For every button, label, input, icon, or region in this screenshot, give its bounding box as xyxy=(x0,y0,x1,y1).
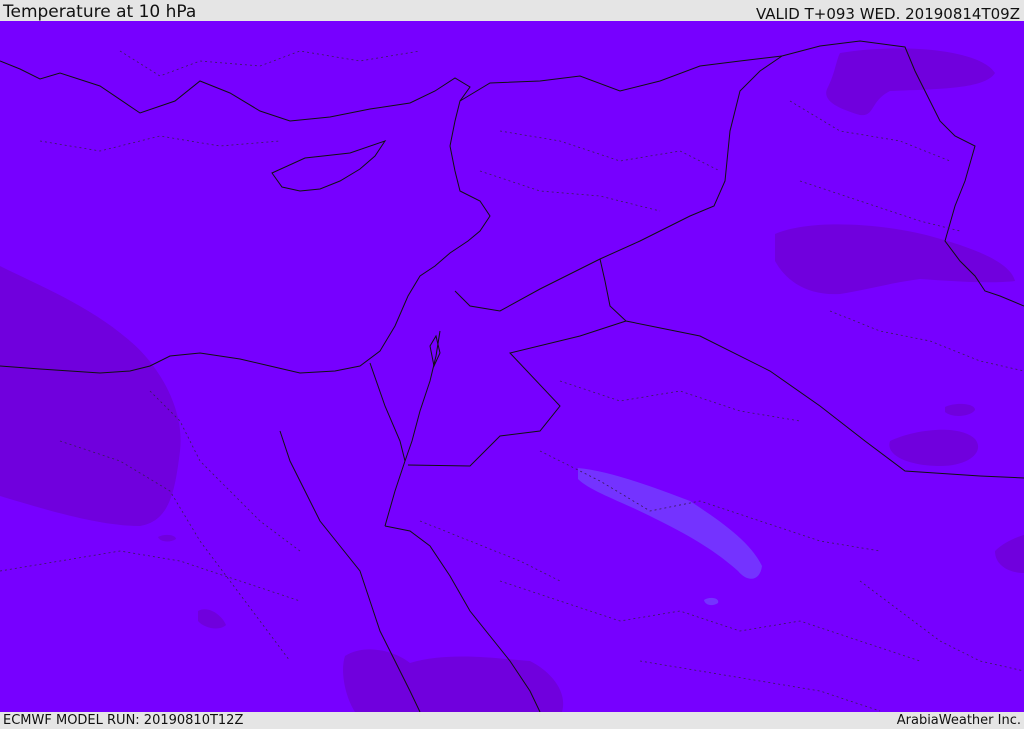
map-canvas xyxy=(0,21,1024,712)
map-title: Temperature at 10 hPa xyxy=(3,2,197,22)
header-bar: Temperature at 10 hPa VALID T+093 WED. 2… xyxy=(0,0,1024,23)
footer-bar: ECMWF MODEL RUN: 20190810T12Z ArabiaWeat… xyxy=(0,712,1024,729)
credit-label: ArabiaWeather Inc. xyxy=(896,713,1021,728)
temperature-map[interactable] xyxy=(0,21,1024,712)
model-run-label: ECMWF MODEL RUN: 20190810T12Z xyxy=(3,713,244,728)
